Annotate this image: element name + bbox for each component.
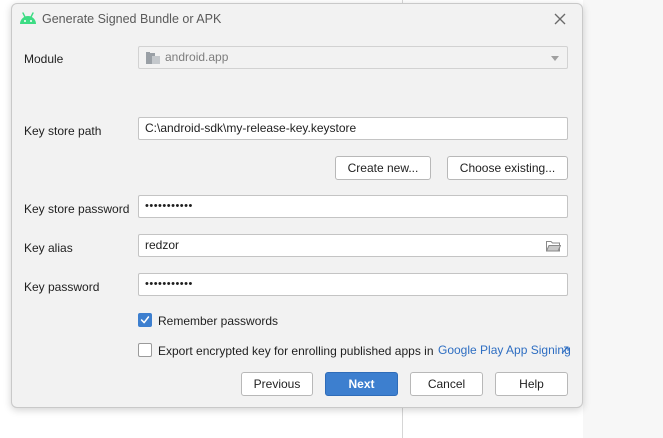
remember-passwords-checkbox[interactable] — [138, 313, 152, 327]
key-store-password-label: Key store password — [24, 202, 130, 216]
checkmark-icon — [140, 316, 150, 324]
key-password-label: Key password — [24, 280, 100, 294]
key-alias-field[interactable]: redzor — [138, 234, 568, 257]
dialog-title-bar[interactable]: Generate Signed Bundle or APK — [12, 4, 582, 34]
module-select[interactable]: android.app — [138, 46, 568, 69]
key-alias-value: redzor — [145, 238, 180, 252]
key-store-password-value: ••••••••••• — [145, 200, 193, 212]
external-link-icon[interactable] — [561, 346, 569, 354]
key-password-field[interactable]: ••••••••••• — [138, 273, 568, 296]
export-key-checkbox[interactable] — [138, 343, 152, 357]
close-icon[interactable] — [552, 11, 568, 27]
key-store-password-field[interactable]: ••••••••••• — [138, 195, 568, 218]
module-label: Module — [24, 52, 64, 66]
key-alias-label: Key alias — [24, 241, 73, 255]
key-store-path-field[interactable]: C:\android-sdk\my-release-key.keystore — [138, 117, 568, 140]
previous-button[interactable]: Previous — [241, 372, 313, 396]
background-panel — [583, 0, 663, 438]
choose-existing-button[interactable]: Choose existing... — [447, 156, 568, 180]
key-store-path-value: C:\android-sdk\my-release-key.keystore — [145, 121, 357, 135]
module-value: android.app — [165, 50, 229, 64]
create-new-button[interactable]: Create new... — [335, 156, 431, 180]
module-icon — [146, 52, 160, 64]
cancel-button[interactable]: Cancel — [410, 372, 483, 396]
generate-signed-apk-dialog: Generate Signed Bundle or APK Module and… — [11, 3, 583, 408]
android-icon — [20, 12, 36, 24]
help-button[interactable]: Help — [495, 372, 568, 396]
remember-passwords-label[interactable]: Remember passwords — [158, 314, 278, 328]
chevron-down-icon[interactable] — [551, 56, 559, 61]
key-store-path-label: Key store path — [24, 124, 102, 138]
export-key-label[interactable]: Export encrypted key for enrolling publi… — [158, 344, 434, 358]
google-play-signing-link[interactable]: Google Play App Signing — [438, 343, 571, 357]
key-password-value: ••••••••••• — [145, 278, 193, 290]
folder-icon[interactable] — [546, 240, 561, 252]
next-button[interactable]: Next — [325, 372, 398, 396]
dialog-title: Generate Signed Bundle or APK — [42, 12, 222, 26]
background-divider — [402, 406, 403, 438]
